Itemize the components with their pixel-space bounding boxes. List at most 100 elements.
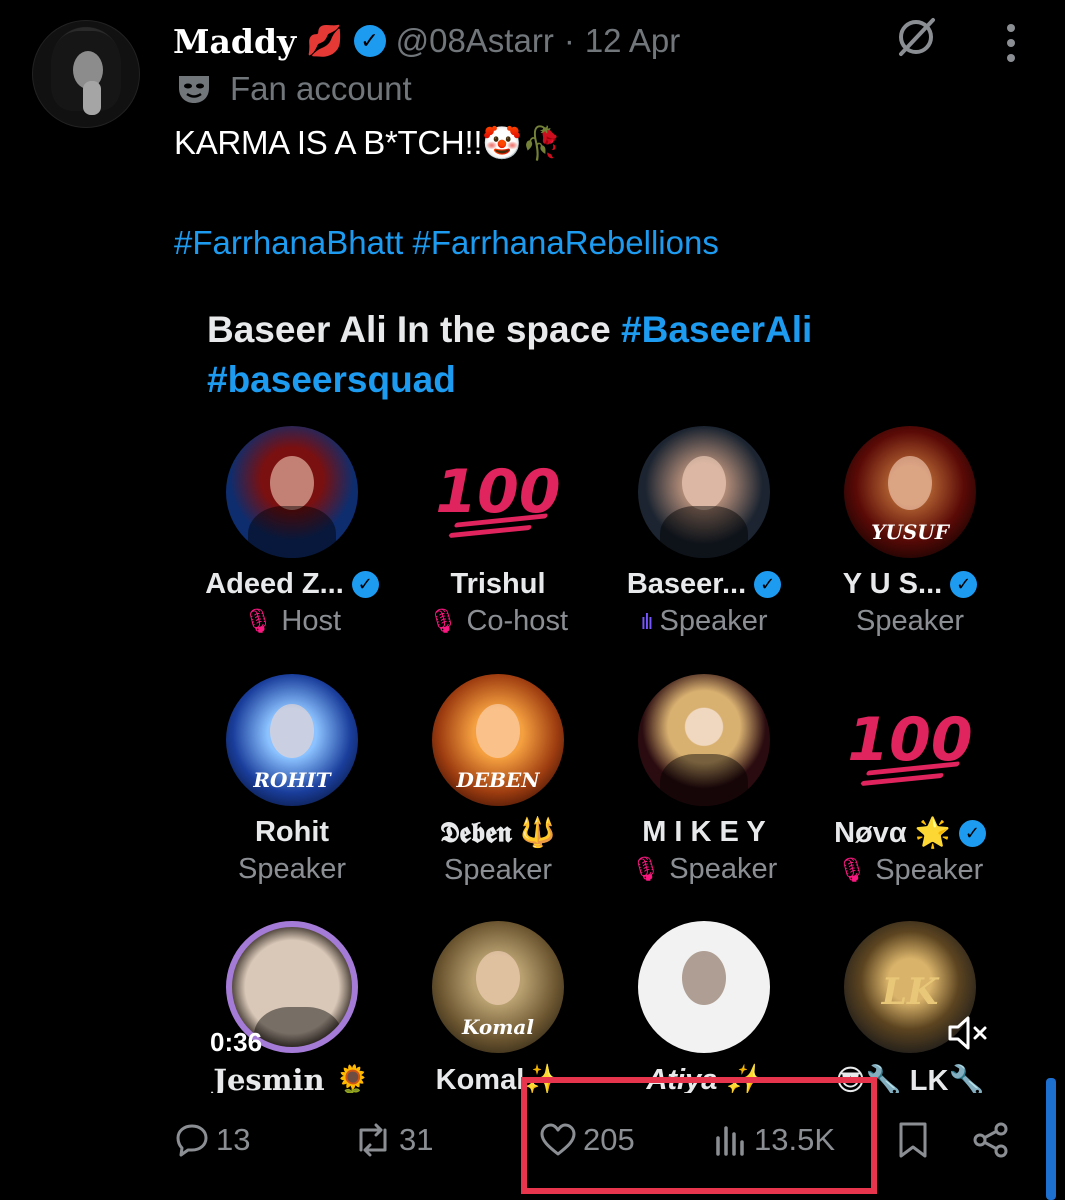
- bookmark-icon: [899, 1122, 927, 1158]
- participant-role: Speaker: [669, 853, 778, 885]
- mute-icon[interactable]: [946, 1013, 990, 1053]
- participant-tile: LK 😎🔧 LK🔧: [810, 921, 1010, 1093]
- participant-role: Speaker: [659, 605, 768, 637]
- participant-role-row: Speaker: [192, 853, 392, 886]
- like-button[interactable]: 205: [539, 1118, 635, 1162]
- repost-button[interactable]: 31: [353, 1118, 433, 1162]
- participant-name-row: Trishul: [398, 568, 598, 601]
- participant-tile: M I K E Y 🎙 Speaker: [604, 674, 804, 886]
- participant-name: M I K E Y: [642, 816, 766, 848]
- avatar-body: [660, 754, 748, 806]
- participant-name: Jesmin 🌻: [213, 1063, 371, 1093]
- participant-role: Speaker: [443, 854, 552, 886]
- avatar-face: [682, 456, 726, 510]
- participant-role-row: 🎙 Speaker: [604, 853, 804, 886]
- participant-name-row: Baseer... ✓: [604, 568, 804, 601]
- participant-tile: Atiya ✨: [604, 921, 804, 1093]
- tweet-video[interactable]: Baseer Ali In the space #BaseerAli #base…: [174, 283, 1024, 1093]
- participant-name: Rohit: [254, 816, 330, 848]
- participant-tile: 100 Trishul 🎙 Co-host: [398, 426, 598, 638]
- participant-name: Atiya ✨: [646, 1064, 762, 1093]
- separator-dot: ·: [563, 22, 575, 59]
- grok-icon[interactable]: [893, 14, 939, 60]
- avatar-face: [476, 704, 520, 758]
- verified-badge-icon: ✓: [958, 819, 986, 847]
- participant-avatar: ROHIT: [226, 674, 358, 806]
- participant-avatar: [638, 426, 770, 558]
- participant-tile: Adeed Z... ✓ 🎙 Host: [192, 426, 392, 638]
- repost-count: 31: [399, 1122, 434, 1157]
- avatar-label: DEBEN: [456, 768, 540, 792]
- share-icon: [973, 1122, 1008, 1158]
- participant-role-row: 🎙 Co-host: [398, 605, 598, 638]
- avatar-face: [682, 951, 726, 1005]
- participant-role: Co-host: [466, 605, 568, 637]
- scrollbar[interactable]: [1046, 1078, 1056, 1200]
- mic-muted-icon: 🎙: [836, 857, 868, 884]
- author-handle[interactable]: @08Astarr: [396, 22, 554, 60]
- tweet-date[interactable]: 12 Apr: [585, 22, 680, 60]
- participant-name: Baseer...: [626, 568, 747, 600]
- participant-avatar: [226, 426, 358, 558]
- participant-name: Trishul: [450, 568, 546, 600]
- participant-role-row: 🎙 Speaker: [810, 854, 1010, 887]
- video-timestamp: 0:36: [210, 1027, 263, 1057]
- avatar-face: [270, 456, 314, 510]
- view-count: 13.5K: [754, 1122, 836, 1157]
- participant-tile: Komal Komal✨: [398, 921, 598, 1093]
- more-options-icon[interactable]: [996, 18, 1026, 68]
- speaking-bars-icon: ılı: [640, 608, 653, 634]
- analytics-icon: [716, 1126, 744, 1156]
- dot: [1007, 54, 1015, 62]
- participant-tile: DEBEN 𝕯𝖊𝖇𝖊𝖓 🔱 Speaker: [398, 674, 598, 887]
- space-title: Baseer Ali In the space #BaseerAli #base…: [207, 305, 967, 405]
- tweet-actions: 13 31 205 13.5K: [0, 1100, 1065, 1190]
- participant-tile: ROHIT Rohit Speaker: [192, 674, 392, 886]
- avatar-body: [254, 1007, 342, 1047]
- participant-tile: YUSUF Y U S... ✓ Speaker: [810, 426, 1010, 638]
- participant-tile: 100 Nøvα 🌟 ✓ 🎙 Speaker: [810, 674, 1010, 887]
- participant-name-row: 😎🔧 LK🔧: [810, 1063, 1010, 1093]
- space-title-tag2: #baseersquad: [207, 359, 456, 400]
- heart-icon: [540, 1123, 576, 1156]
- participant-name: 😎🔧 LK🔧: [835, 1065, 985, 1093]
- verified-badge-icon: ✓: [351, 571, 379, 598]
- like-count: 205: [583, 1122, 635, 1157]
- tweet-hashtags[interactable]: #FarrhanaBhatt #FarrhanaRebellions: [174, 224, 719, 262]
- verified-badge-icon: ✓: [353, 25, 386, 57]
- verified-badge-icon: ✓: [754, 571, 782, 598]
- participant-name: 𝕯𝖊𝖇𝖊𝖓 🔱: [440, 817, 556, 849]
- participant-role-row: Speaker: [810, 605, 1010, 638]
- reply-icon: [176, 1124, 208, 1157]
- author-avatar[interactable]: [32, 20, 140, 128]
- participant-role: Host: [281, 605, 342, 637]
- space-title-tag1: #BaseerAli: [621, 309, 813, 350]
- participant-role-row: ılı Speaker: [604, 605, 804, 638]
- repost-icon: [359, 1123, 387, 1157]
- dot: [1007, 24, 1015, 32]
- participant-tile: Baseer... ✓ ılı Speaker: [604, 426, 804, 638]
- participant-tile: Jesmin 🌻: [192, 921, 392, 1093]
- tweet-text-body: KARMA IS A B*TCH!!: [174, 124, 483, 161]
- author-name[interactable]: Maddy: [173, 22, 296, 61]
- theater-mask-icon: [179, 76, 209, 103]
- clown-rose-emoji: 🤡🥀: [482, 125, 562, 161]
- share-button[interactable]: [972, 1118, 1010, 1162]
- views-button[interactable]: 13.5K: [712, 1118, 835, 1162]
- participant-avatar: [638, 921, 770, 1053]
- tweet-text: KARMA IS A B*TCH!!🤡🥀: [174, 124, 562, 162]
- participant-avatar: DEBEN: [432, 674, 564, 806]
- participant-avatar-100: 100: [432, 426, 564, 558]
- avatar-label: LK: [881, 971, 939, 1013]
- reply-button[interactable]: 13: [174, 1118, 250, 1162]
- participant-name: Y U S...: [842, 568, 943, 600]
- participant-avatar-100: 100: [844, 674, 976, 806]
- participant-name-row: Atiya ✨: [604, 1063, 804, 1093]
- mic-muted-icon: 🎙: [630, 856, 662, 883]
- bookmark-button[interactable]: [896, 1118, 930, 1162]
- participant-role-row: 🎙 Host: [192, 605, 392, 638]
- tweet-header: Maddy 💋 ✓ @08Astarr · 12 Apr: [173, 18, 680, 64]
- avatar-body: [660, 506, 748, 558]
- mic-muted-icon: 🎙: [242, 608, 274, 635]
- participant-name-row: M I K E Y: [604, 816, 804, 849]
